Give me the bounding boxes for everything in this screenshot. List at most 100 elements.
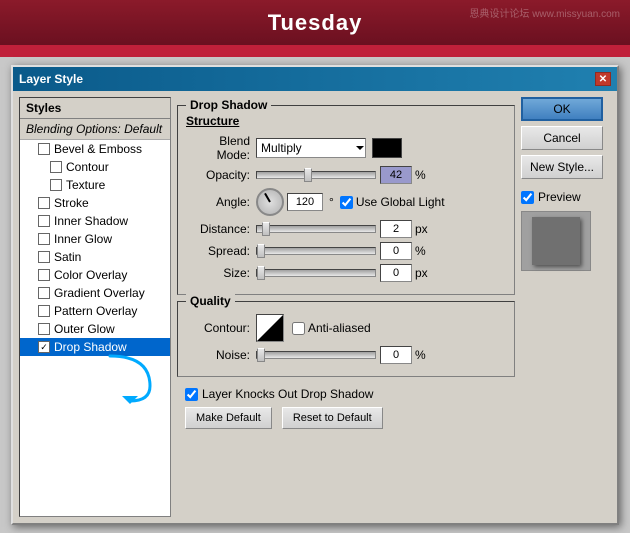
drop-shadow-checkbox[interactable]	[38, 341, 50, 353]
style-item-contour[interactable]: Contour	[20, 158, 170, 176]
close-button[interactable]: ✕	[595, 72, 611, 86]
styles-panel: Styles Blending Options: Default Bevel &…	[19, 97, 171, 517]
outer-glow-checkbox[interactable]	[38, 323, 50, 335]
blending-options-item[interactable]: Blending Options: Default	[20, 119, 170, 140]
size-slider-track[interactable]	[256, 269, 376, 277]
shadow-color-swatch[interactable]	[372, 138, 402, 158]
reset-to-default-button[interactable]: Reset to Default	[282, 407, 383, 429]
distance-slider-thumb[interactable]	[262, 222, 270, 236]
satin-checkbox[interactable]	[38, 251, 50, 263]
dialog-titlebar: Layer Style ✕	[13, 67, 617, 91]
contour-dropdown-arrow-icon	[278, 336, 283, 341]
style-item-satin[interactable]: Satin	[20, 248, 170, 266]
default-buttons-row: Make Default Reset to Default	[185, 407, 507, 429]
angle-input[interactable]	[287, 193, 323, 211]
spread-unit: %	[415, 244, 426, 258]
spread-input[interactable]	[380, 242, 412, 260]
stroke-checkbox[interactable]	[38, 197, 50, 209]
sub-header	[0, 45, 630, 57]
noise-slider-track[interactable]	[256, 351, 376, 359]
noise-row: Noise: %	[186, 346, 506, 364]
texture-checkbox[interactable]	[50, 179, 62, 191]
size-slider-thumb[interactable]	[257, 266, 265, 280]
layer-knocks-row: Layer Knocks Out Drop Shadow	[185, 387, 507, 401]
gradient-overlay-checkbox[interactable]	[38, 287, 50, 299]
style-item-outer-glow[interactable]: Outer Glow	[20, 320, 170, 338]
watermark: 恩典设计论坛 www.missyuan.com	[469, 5, 620, 20]
inner-glow-checkbox[interactable]	[38, 233, 50, 245]
use-global-light-checkbox[interactable]	[340, 196, 353, 209]
distance-input[interactable]	[380, 220, 412, 238]
style-item-bevel-emboss[interactable]: Bevel & Emboss	[20, 140, 170, 158]
blend-mode-select[interactable]: Multiply Normal Screen	[256, 138, 366, 158]
distance-slider-track[interactable]	[256, 225, 376, 233]
style-item-gradient-overlay[interactable]: Gradient Overlay	[20, 284, 170, 302]
noise-input[interactable]	[380, 346, 412, 364]
arrow-area	[20, 356, 170, 406]
opacity-label: Opacity:	[186, 168, 256, 182]
style-item-texture[interactable]: Texture	[20, 176, 170, 194]
bevel-emboss-label: Bevel & Emboss	[54, 142, 142, 156]
anti-aliased-label: Anti-aliased	[308, 321, 371, 335]
ok-button[interactable]: OK	[521, 97, 603, 121]
style-item-color-overlay[interactable]: Color Overlay	[20, 266, 170, 284]
header-title: Tuesday	[268, 10, 363, 36]
opacity-slider-thumb[interactable]	[304, 168, 312, 182]
pattern-overlay-label: Pattern Overlay	[54, 304, 137, 318]
opacity-slider-track[interactable]	[256, 171, 376, 179]
spread-slider-track[interactable]	[256, 247, 376, 255]
style-item-inner-glow[interactable]: Inner Glow	[20, 230, 170, 248]
noise-slider-thumb[interactable]	[257, 348, 265, 362]
distance-row: Distance: px	[186, 220, 506, 238]
use-global-light-label: Use Global Light	[356, 195, 445, 209]
preview-checkbox[interactable]	[521, 191, 534, 204]
inner-glow-label: Inner Glow	[54, 232, 112, 246]
opacity-input[interactable]	[380, 166, 412, 184]
gradient-overlay-label: Gradient Overlay	[54, 286, 145, 300]
settings-panel: Drop Shadow Structure Blend Mode: Multip…	[177, 97, 515, 517]
new-style-button[interactable]: New Style...	[521, 155, 603, 179]
style-item-inner-shadow[interactable]: Inner Shadow	[20, 212, 170, 230]
spread-slider-thumb[interactable]	[257, 244, 265, 258]
angle-dial[interactable]	[256, 188, 284, 216]
style-item-pattern-overlay[interactable]: Pattern Overlay	[20, 302, 170, 320]
blend-mode-select-wrapper[interactable]: Multiply Normal Screen	[256, 138, 366, 158]
layer-knocks-label: Layer Knocks Out Drop Shadow	[202, 387, 373, 401]
size-label: Size:	[186, 266, 256, 280]
global-light-row: Use Global Light	[340, 195, 445, 209]
dialog-title-label: Layer Style	[19, 72, 83, 86]
structure-label: Structure	[186, 114, 506, 128]
contour-box[interactable]	[256, 314, 284, 342]
layer-knocks-checkbox[interactable]	[185, 388, 198, 401]
dialog-background: Layer Style ✕ Styles Blending Options: D…	[0, 57, 630, 533]
size-unit: px	[415, 266, 428, 280]
angle-unit: °	[329, 195, 334, 209]
anti-aliased-checkbox[interactable]	[292, 322, 305, 335]
blend-mode-label: Blend Mode:	[186, 134, 256, 162]
texture-label: Texture	[66, 178, 105, 192]
opacity-row: Opacity: %	[186, 166, 506, 184]
size-input[interactable]	[380, 264, 412, 282]
quality-group-label: Quality	[186, 294, 235, 308]
preview-check-row: Preview	[521, 190, 581, 204]
inner-shadow-checkbox[interactable]	[38, 215, 50, 227]
color-overlay-checkbox[interactable]	[38, 269, 50, 281]
contour-label: Contour	[66, 160, 109, 174]
layer-style-dialog: Layer Style ✕ Styles Blending Options: D…	[11, 65, 619, 525]
style-item-stroke[interactable]: Stroke	[20, 194, 170, 212]
dialog-content: Styles Blending Options: Default Bevel &…	[13, 91, 617, 523]
header-bar: Tuesday 恩典设计论坛 www.missyuan.com	[0, 0, 630, 45]
make-default-button[interactable]: Make Default	[185, 407, 272, 429]
distance-label: Distance:	[186, 222, 256, 236]
preview-box	[521, 211, 591, 271]
cancel-button[interactable]: Cancel	[521, 126, 603, 150]
opacity-unit: %	[415, 168, 426, 182]
distance-unit: px	[415, 222, 428, 236]
pattern-overlay-checkbox[interactable]	[38, 305, 50, 317]
preview-inner	[532, 217, 580, 265]
outer-glow-label: Outer Glow	[54, 322, 115, 336]
contour-checkbox[interactable]	[50, 161, 62, 173]
bevel-emboss-checkbox[interactable]	[38, 143, 50, 155]
drop-shadow-group: Drop Shadow Structure Blend Mode: Multip…	[177, 105, 515, 295]
anti-aliased-row: Anti-aliased	[292, 321, 371, 335]
